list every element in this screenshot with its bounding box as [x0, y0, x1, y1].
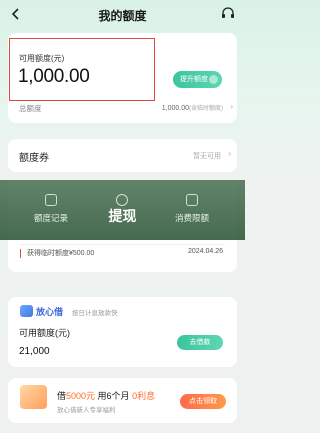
- total-quota-amount: 1,000.00: [161, 105, 189, 112]
- chevron-right-icon[interactable]: ›: [228, 149, 231, 158]
- loan-quota-value: 21,000: [19, 346, 50, 357]
- loan-logo-icon: [20, 305, 33, 317]
- available-quota-label: 可用额度(元): [19, 54, 65, 63]
- page-title: 我的额度: [98, 9, 147, 23]
- total-quota-label: 总额度: [19, 104, 42, 113]
- promo-interest: 0利息: [132, 391, 156, 401]
- chevron-right-icon[interactable]: ›: [230, 102, 233, 111]
- promo-term: 用6个月: [95, 391, 133, 401]
- claim-button[interactable]: 点击领取: [180, 394, 226, 409]
- arrow-up-icon: [209, 75, 218, 84]
- go-borrow-button[interactable]: 去借款: [177, 335, 223, 350]
- menu-withdraw[interactable]: [92, 194, 152, 206]
- total-quota-note: (含临时额度): [189, 106, 223, 112]
- available-quota-value: 1,000.00: [18, 66, 90, 87]
- record-marker: [20, 249, 21, 258]
- loan-brand: 放心借: [36, 307, 64, 317]
- coupon-status: 暂无可用: [193, 153, 221, 160]
- headset-icon[interactable]: [220, 6, 236, 22]
- lock-icon: [186, 194, 198, 206]
- withdraw-toast: 提现: [108, 208, 137, 224]
- total-quota-value[interactable]: 1,000.00(含临时额度): [162, 103, 223, 112]
- raise-quota-label: 提升额度: [180, 76, 208, 83]
- top-bar: 我的额度: [0, 0, 245, 30]
- record-text: 获得临时额度¥500.00: [27, 250, 95, 257]
- loan-quota-label: 可用额度(元): [19, 328, 70, 338]
- promo-prefix: 借: [57, 391, 67, 401]
- info-icon: [116, 194, 128, 206]
- record-date: 2024.04.26: [187, 248, 223, 255]
- promo-amount: 5000元: [66, 391, 96, 401]
- raise-quota-button[interactable]: 提升额度: [173, 71, 222, 88]
- loan-slogan: 按日计息放款快: [72, 310, 118, 317]
- promo-subtitle: 放心借新人专享福利: [57, 407, 116, 414]
- coupon-title: 额度券: [19, 153, 49, 164]
- promo-headline: 借5000元 用6个月 0利息: [57, 389, 155, 402]
- gift-box-icon: [20, 385, 47, 409]
- record-icon: [45, 194, 57, 206]
